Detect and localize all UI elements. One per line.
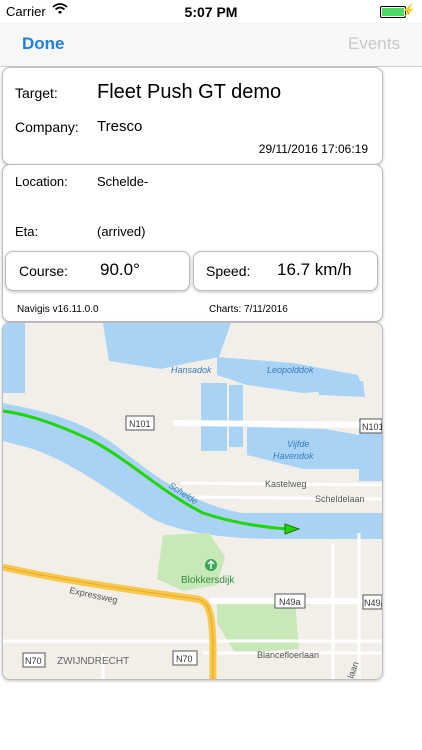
speed-label: Speed: xyxy=(206,263,251,279)
target-label: Target: xyxy=(15,85,58,101)
label-n101-b: N101 xyxy=(362,422,382,432)
target-value: Fleet Push GT demo xyxy=(97,81,282,103)
label-scheldelaan: Scheldelaan xyxy=(315,494,365,504)
map-view[interactable]: Hansadok Leopolddok N101 N101 Vijfde Hav… xyxy=(2,322,383,680)
label-blancefloerlaan: Blancefloerlaan xyxy=(257,650,319,660)
speed-value: 16.7 km/h xyxy=(277,260,352,279)
target-timestamp: 29/11/2016 17:06:19 xyxy=(258,142,368,156)
label-vijfde: Vijfde xyxy=(287,439,309,449)
map-canvas: Hansadok Leopolddok N101 N101 Vijfde Hav… xyxy=(3,323,382,679)
target-card: Target: Fleet Push GT demo Company: Tres… xyxy=(2,67,383,165)
done-button[interactable]: Done xyxy=(22,34,65,54)
label-havendok: Havendok xyxy=(273,451,314,461)
location-value: Schelde- xyxy=(97,174,149,189)
details-card: Location: Schelde- Eta: (arrived) Course… xyxy=(2,164,383,322)
label-leopolddok: Leopolddok xyxy=(267,365,314,375)
charts-date: Charts: 7/11/2016 xyxy=(209,304,288,315)
charging-icon: ⚡ xyxy=(401,3,416,17)
course-value: 90.0° xyxy=(100,260,140,279)
course-label: Course: xyxy=(19,263,69,279)
events-button[interactable]: Events xyxy=(348,34,400,54)
course-box: Course: 90.0° xyxy=(5,251,190,291)
company-label: Company: xyxy=(15,119,79,135)
eta-value: (arrived) xyxy=(97,224,146,239)
label-n101-a: N101 xyxy=(129,419,151,429)
label-kastelweg: Kastelweg xyxy=(265,479,307,489)
label-zwijndrecht: ZWIJNDRECHT xyxy=(57,656,129,667)
navigation-bar: Done Events xyxy=(0,22,422,67)
label-n70-a: N70 xyxy=(25,656,42,666)
location-label: Location: xyxy=(15,174,68,189)
status-bar: Carrier 5:07 PM ⚡ xyxy=(0,0,422,22)
company-value: Tresco xyxy=(97,118,143,135)
label-n49a-a: N49a xyxy=(279,597,301,607)
label-blokkersdijk: Blokkersdijk xyxy=(181,575,235,586)
app-version: Navigis v16.11.0.0 xyxy=(17,304,99,315)
speed-box: Speed: 16.7 km/h xyxy=(193,251,378,291)
status-time: 5:07 PM xyxy=(184,4,238,20)
label-n49a-b: N49a xyxy=(364,598,382,608)
label-n70-b: N70 xyxy=(176,654,193,664)
eta-label: Eta: xyxy=(15,224,39,239)
n101-road xyxy=(172,420,382,428)
label-hansadok: Hansadok xyxy=(171,365,212,375)
